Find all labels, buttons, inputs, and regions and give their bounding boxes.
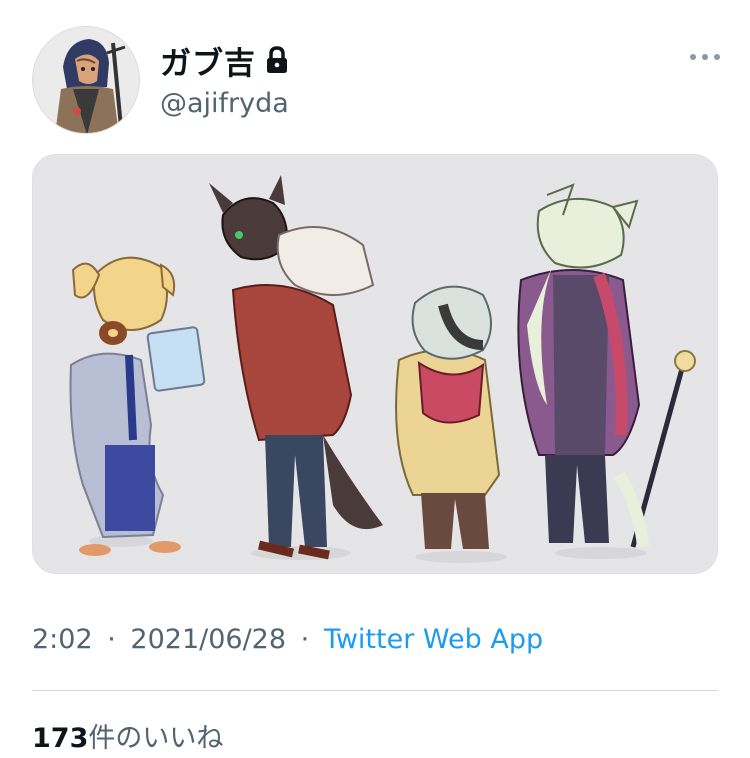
likes-stat[interactable]: 173件のいいね <box>32 716 223 755</box>
lock-icon <box>264 45 290 75</box>
tweet-source-link[interactable]: Twitter Web App <box>324 624 543 655</box>
meta-separator: · <box>300 624 310 655</box>
tweet-media[interactable] <box>32 154 718 574</box>
likes-count: 173 <box>32 723 89 754</box>
character-lineup-image <box>33 155 717 573</box>
avatar-illustration <box>33 27 139 133</box>
likes-label: 件のいいね <box>88 723 224 754</box>
display-name[interactable]: ガブ吉 <box>160 38 256 83</box>
meta-separator: · <box>107 624 116 655</box>
avatar[interactable] <box>32 26 140 134</box>
display-name-row: ガブ吉 <box>160 38 290 83</box>
more-horizontal-icon[interactable] <box>688 48 722 66</box>
tweet-header: ガブ吉 @ajifryda <box>32 26 722 134</box>
tweet-time[interactable]: 2:02 <box>32 624 93 655</box>
tweet-date[interactable]: 2021/06/28 <box>130 624 286 655</box>
tweet-meta: 2:02 · 2021/06/28 · Twitter Web App <box>32 624 543 655</box>
author-names: ガブ吉 @ajifryda <box>160 38 290 120</box>
handle[interactable]: @ajifryda <box>160 88 290 119</box>
divider <box>32 690 718 691</box>
